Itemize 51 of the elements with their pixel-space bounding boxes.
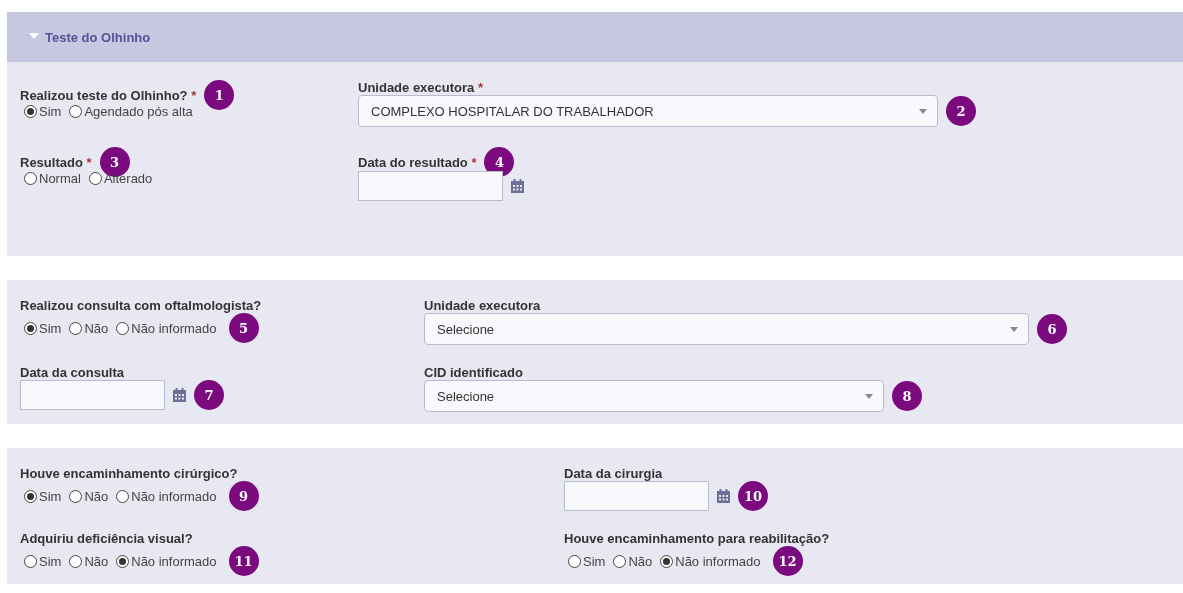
number-badge: 12 — [772, 546, 803, 576]
radio-option[interactable]: Sim — [564, 553, 606, 569]
radio-option[interactable]: Não — [65, 553, 109, 569]
number-badge: 11 — [228, 546, 259, 576]
calendar-icon[interactable] — [717, 489, 730, 503]
radio-option[interactable]: Não — [609, 553, 653, 569]
caret-icon — [1010, 326, 1018, 332]
date-field[interactable] — [20, 380, 165, 410]
field-label: Data do resultado * — [358, 154, 477, 170]
radio-option[interactable]: Não informado — [112, 320, 217, 336]
field-label: Unidade executora — [424, 298, 541, 313]
radio-option[interactable]: Não — [65, 488, 109, 504]
radio-option[interactable]: Não — [65, 320, 109, 336]
radio-option[interactable]: Não informado — [112, 553, 217, 569]
field-label: Unidade executora * — [358, 80, 483, 95]
field-label: Houve encaminhamento cirúrgico? — [20, 466, 238, 481]
field-label: Realizou teste do Olhinho? * — [20, 87, 197, 103]
number-badge: 9 — [228, 481, 259, 511]
radio-option[interactable]: Sim — [20, 553, 62, 569]
radio-option[interactable]: Não informado — [656, 553, 761, 569]
field-label: Data da consulta — [20, 365, 125, 380]
radio-option[interactable]: Não informado — [112, 488, 217, 504]
caret-icon — [865, 393, 873, 399]
field-label: Data da cirurgia — [564, 466, 663, 481]
dropdown[interactable]: Selecione — [424, 313, 1029, 345]
calendar-icon[interactable] — [511, 179, 524, 193]
caret-icon — [919, 108, 927, 114]
field-label: Realizou consulta com oftalmologista? — [20, 298, 262, 313]
number-badge: 7 — [194, 380, 224, 410]
section-header[interactable]: Teste do Olhinho — [7, 12, 1183, 62]
dropdown[interactable]: COMPLEXO HOSPITALAR DO TRABALHADOR — [358, 95, 938, 127]
field-label: Adquiriu deficiência visual? — [20, 531, 193, 546]
dropdown[interactable]: Selecione — [424, 380, 884, 412]
radio-option[interactable]: Sim — [20, 320, 62, 336]
calendar-icon[interactable] — [173, 388, 186, 402]
section-title: Teste do Olhinho — [45, 29, 151, 45]
date-field[interactable] — [564, 481, 709, 511]
number-badge: 1 — [204, 80, 235, 110]
number-badge: 8 — [892, 381, 922, 411]
field-label: Houve encaminhamento para reabilitação? — [564, 531, 830, 546]
radio-option[interactable]: Normal — [20, 171, 81, 186]
radio-option[interactable]: Sim — [20, 104, 62, 119]
field-label: Resultado * — [20, 154, 92, 170]
number-badge: 2 — [946, 96, 976, 126]
number-badge: 5 — [228, 313, 259, 343]
radio-option[interactable]: Sim — [20, 488, 62, 504]
number-badge: 6 — [1037, 314, 1067, 344]
radio-option[interactable]: Agendado pós alta — [65, 104, 193, 119]
number-badge: 10 — [738, 481, 768, 511]
date-field[interactable] — [358, 171, 503, 201]
field-label: CID identificado — [424, 365, 523, 380]
